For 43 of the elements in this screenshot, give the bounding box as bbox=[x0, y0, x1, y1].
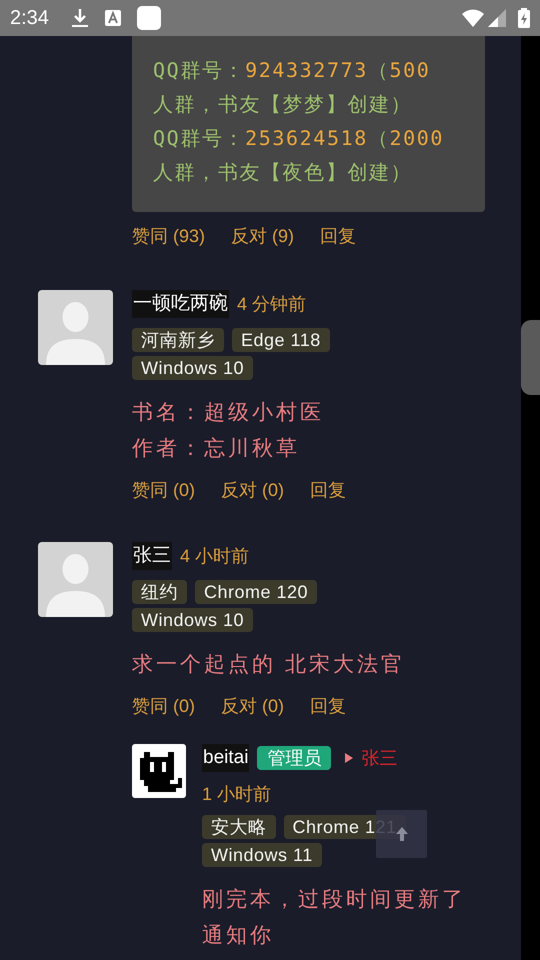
info-tag: Windows 10 bbox=[132, 356, 254, 380]
reply-target: 张三 bbox=[361, 746, 398, 770]
action-link[interactable]: 赞同 (93) bbox=[132, 224, 206, 248]
info-tag: 纽约 bbox=[132, 580, 187, 604]
info-tag: Windows 11 bbox=[202, 843, 322, 867]
info-tag: Chrome 120 bbox=[195, 580, 318, 604]
action-link[interactable]: 反对 (0) bbox=[221, 694, 284, 718]
group-info-text: QQ群号：253624518（2000 人群，书友【夜色】创建） bbox=[153, 125, 446, 186]
cat-avatar-icon bbox=[132, 744, 186, 798]
comment-text: 通知你 bbox=[202, 923, 274, 949]
battery-icon bbox=[518, 8, 530, 28]
comment-text: 作者：忘川秋草 bbox=[132, 436, 300, 462]
info-tag: 安大略 bbox=[202, 815, 276, 839]
comment-text: 求一个起点的 北宋大法官 bbox=[132, 652, 405, 678]
user-name: beitai bbox=[202, 744, 250, 772]
role-badge: 管理员 bbox=[257, 746, 332, 770]
info-tag: Windows 10 bbox=[132, 608, 254, 632]
comment-text: 书名：超级小村医 bbox=[132, 400, 324, 426]
clock-time: 2:34 bbox=[10, 6, 49, 31]
action-link[interactable]: 回复 bbox=[310, 694, 346, 718]
wifi-icon bbox=[462, 9, 484, 27]
arrow-up-icon bbox=[394, 826, 408, 842]
font-icon bbox=[104, 10, 121, 26]
comment-time: 1 小时前 bbox=[202, 783, 272, 806]
action-link[interactable]: 回复 bbox=[310, 478, 346, 502]
user-name: 张三 bbox=[132, 542, 172, 570]
reply-arrow-icon bbox=[345, 753, 354, 763]
scrollbar-thumb[interactable] bbox=[521, 320, 540, 395]
user-name: 一顿吃两碗 bbox=[132, 290, 229, 318]
group-info-text: QQ群号：924332773（500 人群，书友【梦梦】创建） bbox=[153, 57, 432, 118]
app-icon bbox=[136, 6, 161, 30]
comment-time: 4 小时前 bbox=[180, 545, 250, 568]
download-icon bbox=[70, 8, 89, 28]
info-tag: 河南新乡 bbox=[132, 328, 224, 352]
action-link[interactable]: 反对 (9) bbox=[231, 224, 294, 248]
comment-text: 刚完本，过段时间更新了 bbox=[202, 887, 466, 913]
signal-icon bbox=[488, 9, 506, 27]
action-link[interactable]: 反对 (0) bbox=[221, 478, 284, 502]
info-tag: Edge 118 bbox=[232, 328, 330, 352]
action-link[interactable]: 赞同 (0) bbox=[132, 478, 195, 502]
action-link[interactable]: 赞同 (0) bbox=[132, 694, 195, 718]
comment-time: 4 分钟前 bbox=[237, 293, 306, 316]
action-link[interactable]: 回复 bbox=[320, 224, 356, 248]
